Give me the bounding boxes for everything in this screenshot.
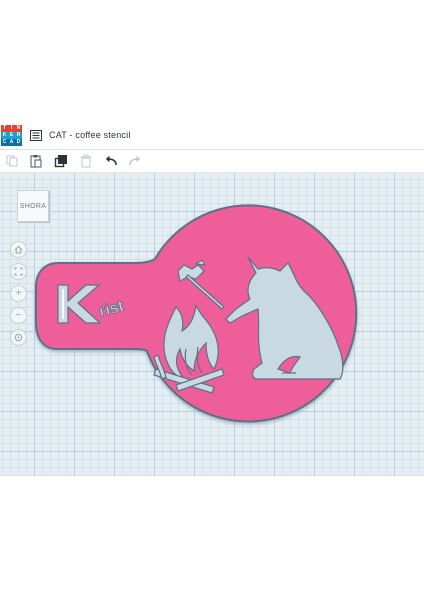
logo-letter: K	[1, 132, 8, 139]
zoom-out-icon: −	[15, 309, 22, 321]
fit-view-icon	[14, 267, 23, 276]
design-title[interactable]: CAT - coffee stencil	[49, 130, 131, 140]
design-list-icon[interactable]	[30, 130, 42, 141]
zoom-in-icon: +	[15, 287, 22, 299]
view-cube-label: SHORA	[19, 202, 47, 210]
perspective-icon	[14, 333, 23, 342]
copy-icon[interactable]	[5, 154, 19, 168]
home-view-button[interactable]	[10, 241, 27, 258]
logo-letter: N	[15, 125, 22, 132]
stencil-model[interactable]: rist	[0, 173, 424, 476]
home-icon	[14, 245, 23, 254]
tinkercad-window: TINKERCAD CAT - coffee stencil rist SHOR…	[0, 124, 424, 476]
logo-letter: I	[8, 125, 15, 132]
logo-letter: E	[8, 132, 15, 139]
logo-letter: T	[1, 125, 8, 132]
paste-icon[interactable]	[29, 154, 43, 168]
redo-icon[interactable]	[128, 154, 142, 168]
undo-icon[interactable]	[104, 154, 118, 168]
logo-letter: D	[15, 139, 22, 146]
tinkercad-logo[interactable]: TINKERCAD	[1, 125, 23, 147]
view-cube[interactable]: SHORA	[17, 190, 49, 222]
edit-toolbar	[0, 150, 424, 173]
orthographic-view-button[interactable]	[10, 329, 27, 346]
workplane-canvas[interactable]: rist SHORA + −	[0, 173, 424, 476]
logo-letter: R	[15, 132, 22, 139]
fit-view-button[interactable]	[10, 263, 27, 280]
title-bar: TINKERCAD CAT - coffee stencil	[0, 124, 424, 150]
logo-letter: A	[8, 139, 15, 146]
delete-icon[interactable]	[79, 154, 93, 168]
zoom-out-button[interactable]: −	[10, 307, 27, 324]
zoom-in-button[interactable]: +	[10, 285, 27, 302]
duplicate-icon[interactable]	[54, 154, 68, 168]
logo-letter: C	[1, 139, 8, 146]
